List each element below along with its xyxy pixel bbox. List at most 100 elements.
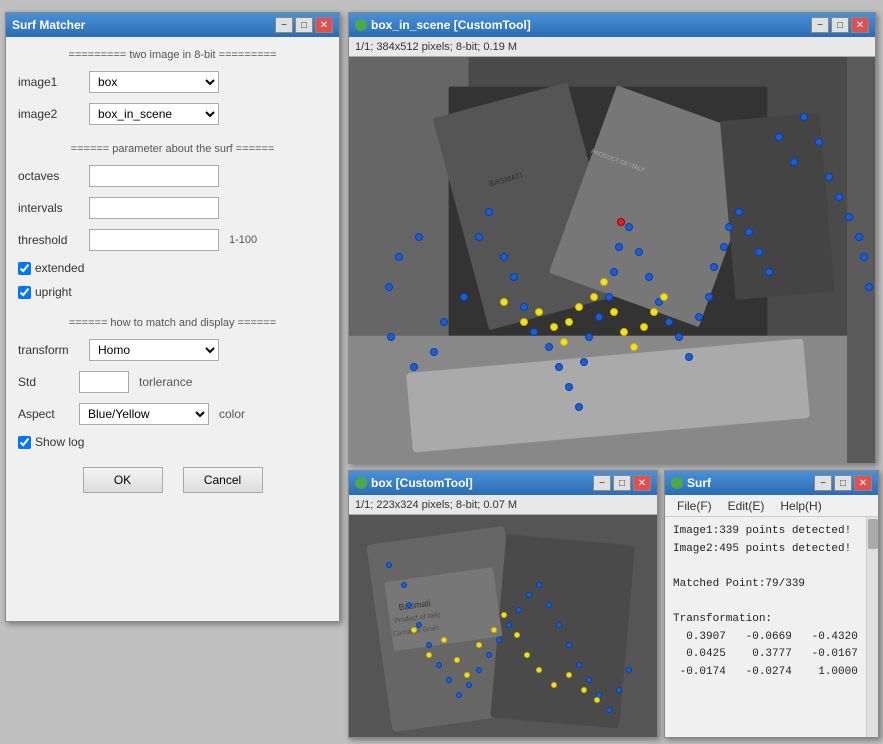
dot-sb15 [526,592,532,598]
dot-b19 [605,293,613,301]
scrollbar-thumb[interactable] [868,519,878,549]
dot-sb7 [446,677,452,683]
dot-b11 [530,328,538,336]
dot-y6 [565,318,573,326]
dot-b40 [800,113,808,121]
scrollbar[interactable] [866,517,878,737]
dot-sb1 [386,562,392,568]
menu-edit[interactable]: Edit(E) [720,497,773,515]
extended-checkbox[interactable] [18,262,31,275]
dot-sb21 [586,677,592,683]
dot-y2 [520,318,528,326]
dot-b49 [395,253,403,261]
dot-sy15 [594,697,600,703]
dot-b15 [575,403,583,411]
dot-sb16 [536,582,542,588]
threshold-row: threshold 2000 1-100 [18,229,327,251]
intervals-label: intervals [18,201,83,215]
transform-row: transform Homo Affine None [18,339,327,361]
dot-b47 [865,283,873,291]
scene-maximize-button[interactable]: □ [831,17,849,33]
image2-select[interactable]: box box_in_scene [89,103,219,125]
dot-b50 [385,283,393,291]
maximize-button[interactable]: □ [295,17,313,33]
aspect-row: Aspect Blue/Yellow Red/Green Mono color [18,403,327,425]
dot-sb19 [566,642,572,648]
box-small-titlebar: box [CustomTool] − □ ✕ [349,471,657,495]
dot-b3 [430,348,438,356]
dot-b21 [615,243,623,251]
dot-sb11 [486,652,492,658]
threshold-input[interactable]: 2000 [89,229,219,251]
dot-y3 [535,308,543,316]
dot-sb9 [466,682,472,688]
showlog-row: Show log [18,435,327,449]
upright-checkbox[interactable] [18,286,31,299]
box-small-canvas: Basmati Product of Italy Carnaroli Grain [349,515,657,737]
dot-b32 [720,243,728,251]
dot-sy7 [491,627,497,633]
surf-matcher-titlebar: Surf Matcher − □ ✕ [6,13,339,37]
box-scene-titlebar: box_in_scene [CustomTool] − □ ✕ [349,13,875,37]
box-scene-title: box_in_scene [CustomTool] [371,18,531,32]
dot-sb25 [626,667,632,673]
dot-sb13 [506,622,512,628]
aspect-label: Aspect [18,407,73,421]
small-close-button[interactable]: ✕ [633,475,651,491]
log-minimize-button[interactable]: − [814,475,832,491]
small-maximize-button[interactable]: □ [613,475,631,491]
image2-label: image2 [18,107,83,121]
upright-row: upright [18,285,327,299]
dot-sy3 [441,637,447,643]
log-icon [671,477,683,489]
dot-sb18 [556,622,562,628]
std-input[interactable]: 1 [79,371,129,393]
dot-b35 [745,228,753,236]
dot-sy12 [551,682,557,688]
dot-b14 [565,383,573,391]
log-close-button[interactable]: ✕ [854,475,872,491]
scene-minimize-button[interactable]: − [811,17,829,33]
dot-b5 [460,293,468,301]
image1-row: image1 box box_in_scene [18,71,327,93]
small-minimize-button[interactable]: − [593,475,611,491]
dot-sb2 [401,582,407,588]
log-line-7: 0.3907 -0.0669 -0.4320 [673,629,870,647]
menu-help[interactable]: Help(H) [772,497,829,515]
dot-b29 [695,313,703,321]
cancel-button[interactable]: Cancel [183,467,263,493]
upright-label[interactable]: upright [35,285,72,299]
scene-close-button[interactable]: ✕ [851,17,869,33]
menu-file[interactable]: File(F) [669,497,720,515]
showlog-checkbox[interactable] [18,436,31,449]
dot-y12 [630,343,638,351]
threshold-range: 1-100 [229,234,257,246]
extended-label[interactable]: extended [35,261,84,275]
transform-select[interactable]: Homo Affine None [89,339,219,361]
dot-b6 [475,233,483,241]
minimize-button[interactable]: − [275,17,293,33]
aspect-select[interactable]: Blue/Yellow Red/Green Mono [79,403,209,425]
threshold-label: threshold [18,233,83,247]
dot-y7 [575,303,583,311]
box-small-title: box [CustomTool] [371,476,473,490]
octaves-row: octaves 3 [18,165,327,187]
dot-y4 [550,323,558,331]
dot-sy11 [536,667,542,673]
close-button[interactable]: ✕ [315,17,333,33]
images-divider: ========= two image in 8-bit ========= [18,49,327,61]
ok-button[interactable]: OK [83,467,163,493]
dot-b4 [440,318,448,326]
dot-b9 [510,273,518,281]
octaves-label: octaves [18,169,83,183]
log-maximize-button[interactable]: □ [834,475,852,491]
dot-r1 [617,218,625,226]
octaves-input[interactable]: 3 [89,165,219,187]
dot-y14 [650,308,658,316]
display-divider: ====== how to match and display ====== [18,317,327,329]
intervals-input[interactable]: 4 [89,197,219,219]
dot-y11 [620,328,628,336]
showlog-label[interactable]: Show log [35,435,84,449]
dot-b13 [555,363,563,371]
image1-select[interactable]: box box_in_scene [89,71,219,93]
